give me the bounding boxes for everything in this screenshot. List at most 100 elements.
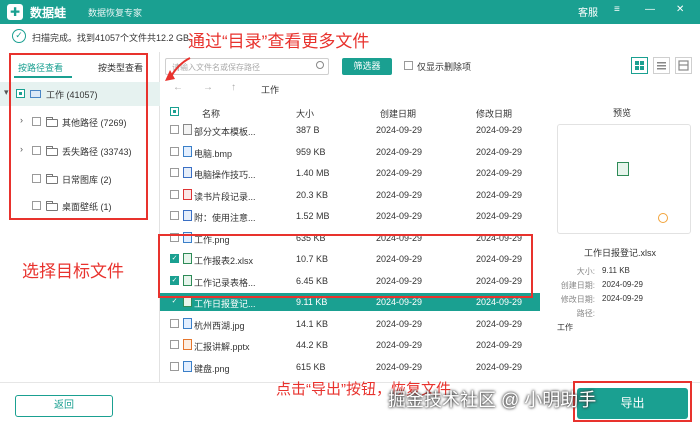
search-icon[interactable] (316, 61, 324, 69)
annotation-left-hint: 选择目标文件 (22, 262, 124, 281)
bmp-file-icon (183, 145, 192, 157)
minimize-icon[interactable]: — (645, 4, 655, 15)
table-row[interactable]: 电脑.bmp 959 KB 2024-09-29 2024-09-29 (160, 143, 540, 161)
file-created: 2024-09-29 (376, 340, 423, 350)
customer-service-button[interactable]: 客服 (578, 4, 598, 19)
filter-button[interactable]: 筛选器 (342, 58, 392, 75)
file-created: 2024-09-29 (376, 297, 423, 307)
chevron-down-icon[interactable]: ▾ (4, 87, 9, 98)
forward-arrow-icon[interactable]: → (203, 82, 213, 93)
table-row[interactable]: 杭州西湖.jpg 14.1 KB 2024-09-29 2024-09-29 (160, 315, 540, 333)
row-checkbox[interactable] (170, 340, 179, 349)
preview-box (557, 124, 691, 234)
scan-status-text: 扫描完成。找到41057个文件共12.2 GB。 (32, 33, 199, 43)
file-size: 387 B (296, 125, 320, 135)
annotation-box-directory (9, 53, 148, 220)
file-modified: 2024-09-29 (476, 168, 523, 178)
app-logo-icon: ✚ (7, 4, 23, 20)
file-size: 14.1 KB (296, 318, 329, 329)
file-created: 2024-09-29 (376, 125, 423, 135)
file-created: 2024-09-29 (376, 189, 423, 200)
row-checkbox[interactable] (170, 125, 179, 134)
file-modified: 2024-09-29 (476, 189, 523, 200)
up-arrow-icon[interactable]: ↑ (231, 82, 236, 93)
annotation-top-hint: 通过“目录”查看更多文件 (188, 32, 370, 51)
annotation-box-selected-files (158, 234, 533, 298)
file-name: 键盘.png (194, 363, 230, 374)
row-checkbox[interactable] (170, 211, 179, 220)
size-label: 大小: (576, 267, 595, 276)
path-label: 路径: (576, 309, 595, 318)
preview-filename: 工作日报登记.xlsx (584, 248, 657, 258)
file-size: 1.40 MB (296, 168, 330, 178)
breadcrumb-current[interactable]: 工作 (261, 83, 279, 96)
file-size: 1.52 MB (296, 211, 330, 221)
file-modified: 2024-09-29 (476, 125, 523, 135)
path-value: 工作 (557, 323, 573, 332)
modified-value: 2024-09-29 (602, 294, 643, 303)
app-name: 数据蛙 (30, 6, 67, 20)
file-name: 汇报讲解.pptx (194, 342, 250, 352)
column-created[interactable]: 创建日期 (380, 107, 416, 120)
file-modified: 2024-09-29 (476, 340, 523, 350)
row-checkbox[interactable]: ✓ (170, 297, 179, 306)
select-all-checkbox[interactable] (170, 107, 179, 116)
file-created: 2024-09-29 (376, 211, 423, 221)
deleted-only-checkbox[interactable] (404, 61, 413, 70)
file-modified: 2024-09-29 (476, 318, 523, 329)
png-file-icon (183, 317, 192, 329)
annotation-arrow-icon (165, 57, 191, 81)
pdf-file-icon (183, 188, 192, 200)
row-checkbox[interactable] (170, 146, 179, 156)
deleted-only-label: 仅显示删除项 (417, 62, 472, 72)
file-size: 9.11 KB (296, 297, 328, 307)
table-row[interactable]: 键盘.png 615 KB 2024-09-29 2024-09-29 (160, 358, 540, 376)
row-checkbox[interactable] (170, 168, 179, 177)
file-name: 附：使用注意... (194, 213, 256, 223)
back-button[interactable]: 返回 (15, 395, 113, 417)
file-created: 2024-09-29 (376, 168, 423, 178)
docx-file-icon (183, 167, 192, 178)
column-modified[interactable]: 修改日期 (476, 107, 512, 120)
table-row[interactable]: 汇报讲解.pptx 44.2 KB 2024-09-29 2024-09-29 (160, 336, 540, 354)
table-row[interactable]: 附：使用注意... 1.52 MB 2024-09-29 2024-09-29 (160, 207, 540, 225)
file-name: 工作日报登记... (194, 299, 256, 309)
breadcrumb: ← → ↑ 工作 (165, 82, 545, 98)
size-value: 9.11 KB (602, 266, 630, 275)
file-size: 615 KB (296, 361, 326, 372)
file-size: 959 KB (296, 146, 326, 157)
zoom-icon[interactable] (658, 213, 668, 223)
file-created: 2024-09-29 (376, 318, 423, 329)
created-label: 创建日期: (560, 281, 595, 290)
file-name: 部分文本模板... (194, 127, 256, 137)
menu-icon[interactable]: ≡ (614, 4, 620, 15)
column-name[interactable]: 名称 (202, 107, 220, 120)
file-name: 电脑.bmp (194, 148, 233, 159)
grid-view-icon[interactable] (631, 57, 648, 74)
pptx-file-icon (183, 339, 192, 350)
txt-file-icon (183, 124, 192, 135)
file-created: 2024-09-29 (376, 361, 423, 372)
created-value: 2024-09-29 (602, 280, 643, 289)
file-size: 20.3 KB (296, 189, 329, 200)
table-row[interactable]: 读书片段记录... 20.3 KB 2024-09-29 2024-09-29 (160, 186, 540, 204)
preview-title: 预览 (613, 108, 632, 118)
table-header: 名称 大小 创建日期 修改日期 (160, 103, 540, 121)
docx-file-icon (183, 210, 192, 221)
detail-view-icon[interactable] (675, 57, 692, 74)
preview-panel: 预览 工作日报登记.xlsx 大小: 9.11 KB 创建日期: 2024-09… (557, 100, 695, 382)
file-modified: 2024-09-29 (476, 361, 523, 372)
table-row[interactable]: 电脑操作技巧... 1.40 MB 2024-09-29 2024-09-29 (160, 164, 540, 182)
column-size[interactable]: 大小 (296, 107, 314, 120)
row-checkbox[interactable] (170, 361, 179, 371)
list-view-icon[interactable] (653, 57, 670, 74)
file-modified: 2024-09-29 (476, 211, 523, 221)
file-size: 44.2 KB (296, 340, 329, 350)
row-checkbox[interactable] (170, 189, 179, 199)
table-row[interactable]: 部分文本模板... 387 B 2024-09-29 2024-09-29 (160, 121, 540, 139)
row-checkbox[interactable] (170, 318, 179, 328)
close-icon[interactable]: ✕ (676, 4, 684, 15)
file-modified: 2024-09-29 (476, 146, 523, 157)
file-modified: 2024-09-29 (476, 297, 523, 307)
file-created: 2024-09-29 (376, 146, 423, 157)
